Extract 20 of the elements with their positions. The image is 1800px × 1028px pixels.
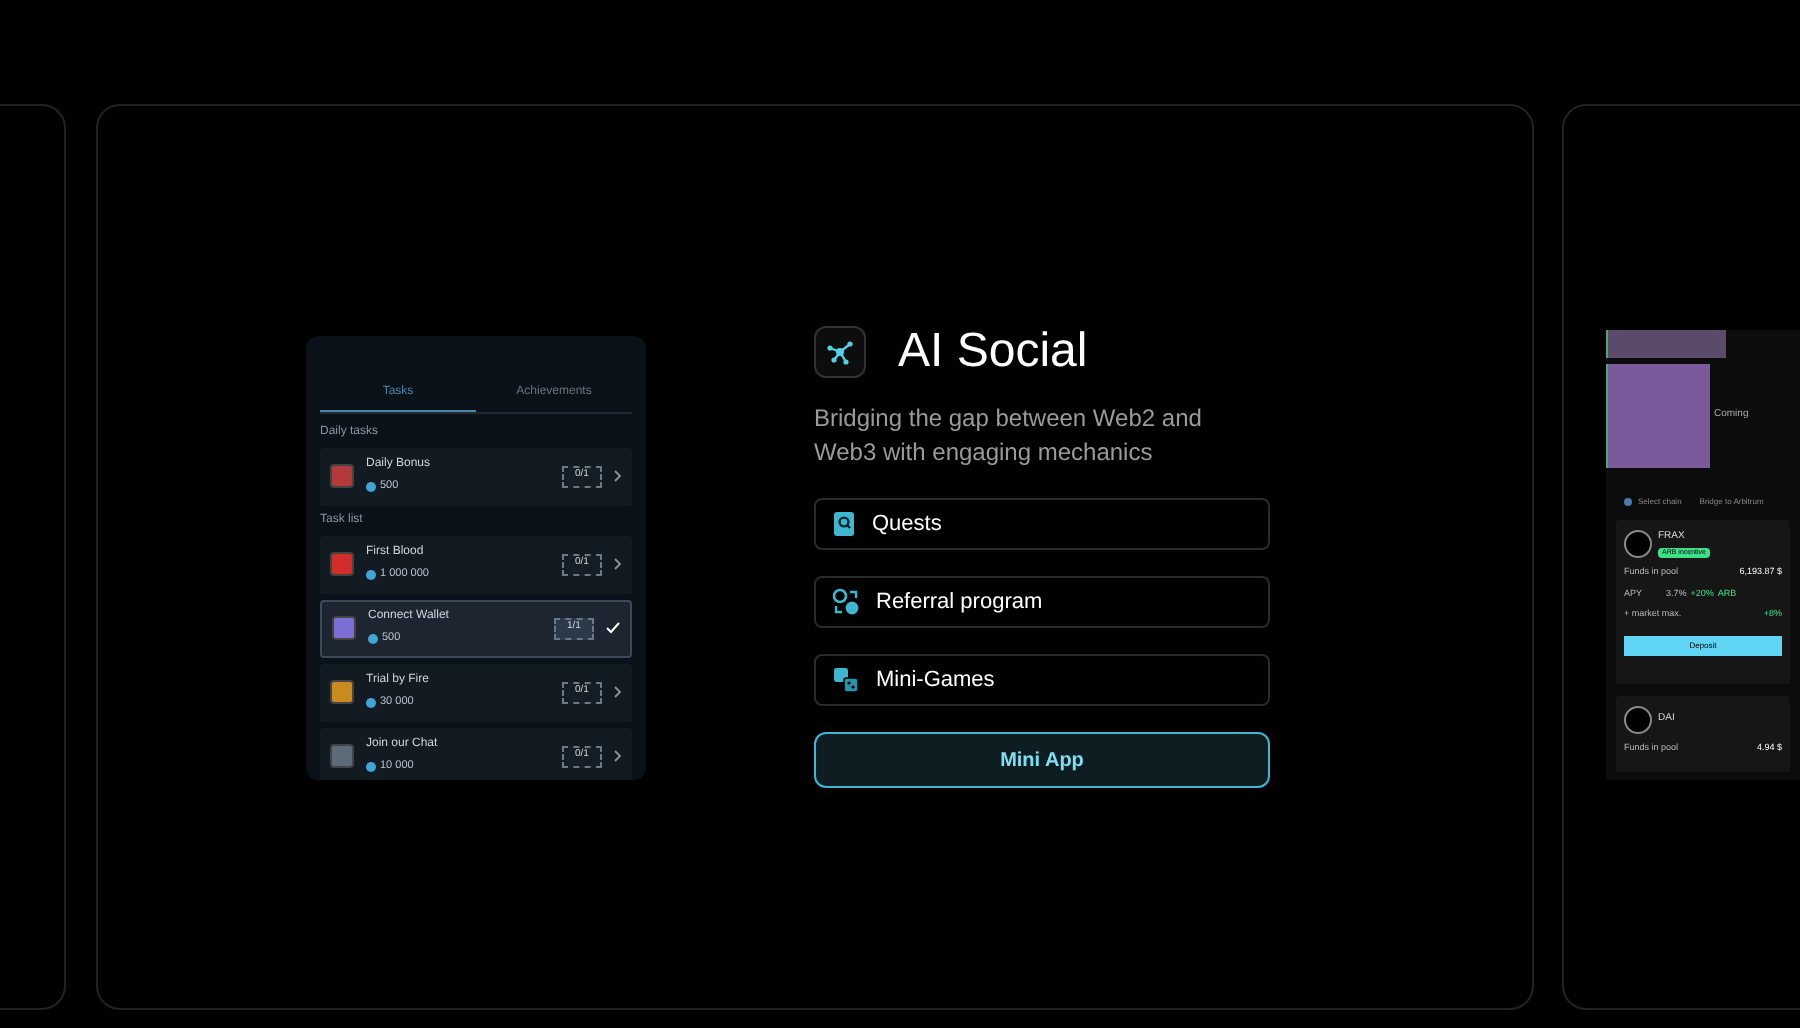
coin-icon [366,762,376,772]
coin-icon [366,482,376,492]
dice-icon [832,666,860,694]
coin-icon [368,634,378,644]
token-icon [1624,706,1652,734]
photo-placeholder [1606,364,1710,468]
token-icon [1624,530,1652,558]
coin-icon [366,570,376,580]
network-icon [814,326,866,378]
feature-title: AI Social [898,328,1088,376]
feature-item[interactable]: Referral program [814,576,1270,628]
coin-icon [366,698,376,708]
feature-description: Bridging the gap between Web2 and Web3 with engaging mechanics [814,402,1204,470]
chain-icon [1624,498,1632,506]
feature-item[interactable]: Quests [814,498,1270,550]
book-icon [832,510,856,538]
people-icon [832,588,860,616]
photo-placeholder [1606,330,1726,358]
feature-item[interactable]: Mini-Games [814,654,1270,706]
mini-app-button[interactable]: Mini App [814,732,1270,788]
